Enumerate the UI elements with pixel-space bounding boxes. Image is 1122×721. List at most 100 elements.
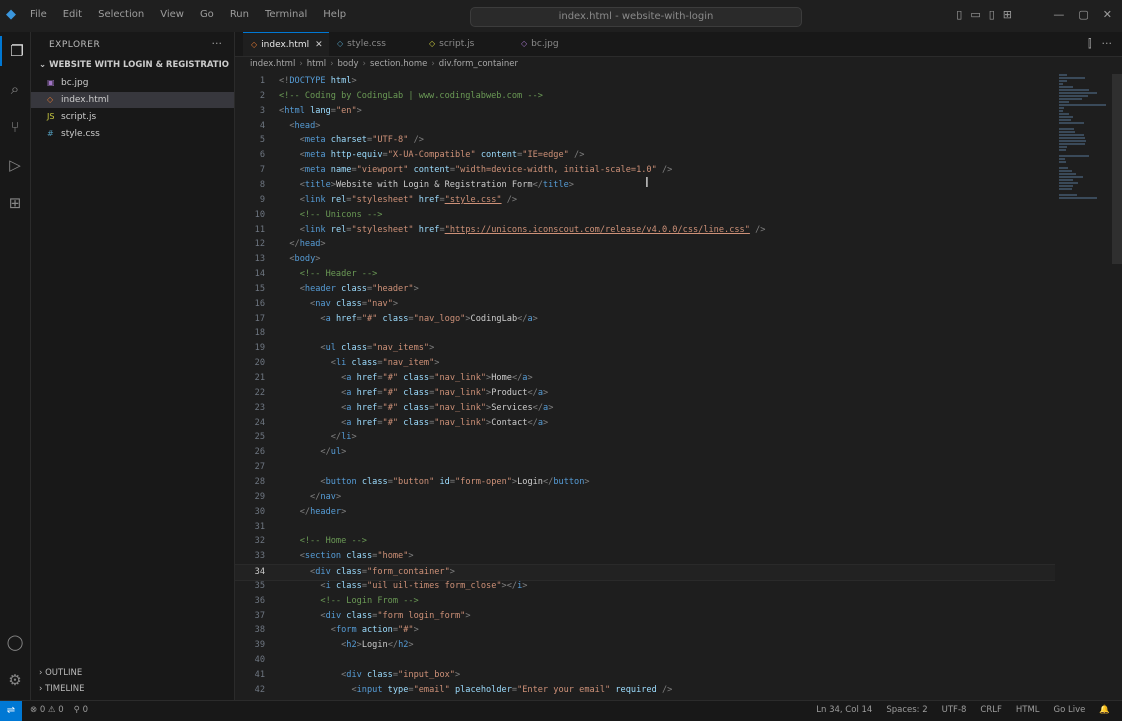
code-line[interactable]: 37 <div class="form login_form">	[235, 609, 1055, 624]
file-item[interactable]: JS script.js	[31, 109, 234, 125]
code-line[interactable]: 32 <!-- Home -->	[235, 534, 1055, 549]
code-line[interactable]: 30 </header>	[235, 505, 1055, 520]
breadcrumb-item[interactable]: section.home	[370, 59, 427, 69]
command-center-search[interactable]: index.html - website-with-login	[470, 7, 802, 27]
remote-indicator-icon[interactable]: ⇌	[0, 701, 22, 721]
status-item[interactable]: Ln 34, Col 14	[816, 705, 872, 715]
breadcrumb-item[interactable]: body	[338, 59, 359, 69]
breadcrumb-item[interactable]: index.html	[250, 59, 295, 69]
menu-item-file[interactable]: File	[28, 9, 49, 20]
code-token: header	[310, 506, 342, 517]
tab-index-html[interactable]: ◇ index.html ✕	[243, 32, 329, 56]
extensions-icon[interactable]: ⊞	[0, 188, 30, 218]
code-line[interactable]: 11 <link rel="stylesheet" href="https://…	[235, 223, 1055, 238]
outline-section[interactable]: › OUTLINE	[39, 668, 82, 678]
layout-panel-icon[interactable]: ▭	[970, 8, 980, 21]
timeline-section[interactable]: › TIMELINE	[39, 684, 84, 694]
code-line[interactable]: 42 <input type="email" placeholder="Ente…	[235, 683, 1055, 698]
code-line[interactable]: 15 <header class="header">	[235, 282, 1055, 297]
menu-item-edit[interactable]: Edit	[61, 9, 84, 20]
code-line[interactable]: 24 <a href="#" class="nav_link">Contact<…	[235, 416, 1055, 431]
code-line[interactable]: 16 <nav class="nav">	[235, 297, 1055, 312]
status-item[interactable]: ⚲ 0	[74, 705, 88, 715]
status-item[interactable]: UTF-8	[942, 705, 967, 715]
menu-item-go[interactable]: Go	[198, 9, 216, 20]
code-line[interactable]: 9 <link rel="stylesheet" href="style.css…	[235, 193, 1055, 208]
code-line[interactable]: 6 <meta http-equiv="X-UA-Compatible" con…	[235, 148, 1055, 163]
breadcrumb-item[interactable]: div.form_container	[439, 59, 518, 69]
tab-style-css[interactable]: ◇ style.css	[329, 32, 421, 56]
tab-bc-jpg[interactable]: ◇ bc.jpg	[513, 32, 583, 56]
code-text: </ul>	[279, 445, 346, 460]
manage-gear-icon[interactable]: ⚙	[0, 665, 30, 695]
file-item[interactable]: # style.css	[31, 126, 234, 142]
code-line[interactable]: 22 <a href="#" class="nav_link">Product<…	[235, 386, 1055, 401]
code-line[interactable]: 26 </ul>	[235, 445, 1055, 460]
code-line[interactable]: 35 <i class="uil uil-times form_close"><…	[235, 579, 1055, 594]
tab-close-icon[interactable]: ✕	[315, 40, 323, 50]
code-line[interactable]: 28 <button class="button" id="form-open"…	[235, 475, 1055, 490]
file-item[interactable]: ◇ index.html	[31, 92, 234, 108]
code-line[interactable]: 13 <body>	[235, 252, 1055, 267]
code-line[interactable]: 3 <html lang="en">	[235, 104, 1055, 119]
tab-script-js[interactable]: ◇ script.js	[421, 32, 513, 56]
menu-item-view[interactable]: View	[158, 9, 186, 20]
code-line[interactable]: 39 <h2>Login</h2>	[235, 638, 1055, 653]
code-line[interactable]: 1 <!DOCTYPE html>	[235, 74, 1055, 89]
split-editor-icon[interactable]: ⫿	[1088, 37, 1092, 51]
status-item[interactable]: CRLF	[980, 705, 1001, 715]
more-actions-icon[interactable]: ···	[1102, 37, 1113, 51]
search-icon[interactable]: ⌕	[0, 74, 30, 104]
status-item[interactable]: Spaces: 2	[886, 705, 927, 715]
minimap[interactable]	[1055, 74, 1110, 214]
code-line[interactable]: 14 <!-- Header -->	[235, 267, 1055, 282]
account-icon[interactable]: ◯	[0, 627, 30, 657]
maximize-icon[interactable]: ▢	[1078, 8, 1088, 21]
vertical-scrollbar[interactable]	[1112, 74, 1122, 264]
code-line[interactable]: 5 <meta charset="UTF-8" />	[235, 133, 1055, 148]
status-item[interactable]: Go Live	[1054, 705, 1086, 715]
file-item[interactable]: ▣ bc.jpg	[31, 75, 234, 91]
code-line[interactable]: 17 <a href="#" class="nav_logo">CodingLa…	[235, 312, 1055, 327]
code-line[interactable]: 38 <form action="#">	[235, 623, 1055, 638]
code-line[interactable]: 25 </li>	[235, 430, 1055, 445]
run-debug-icon[interactable]: ▷	[0, 150, 30, 180]
code-line[interactable]: 20 <li class="nav_item">	[235, 356, 1055, 371]
status-item[interactable]: ⊗ 0 ⚠ 0	[30, 705, 64, 715]
code-line[interactable]: 40	[235, 653, 1055, 668]
customize-layout-icon[interactable]: ⊞	[1003, 8, 1012, 21]
code-line[interactable]: 29 </nav>	[235, 490, 1055, 505]
code-line[interactable]: 2 <!-- Coding by CodingLab | www.codingla…	[235, 89, 1055, 104]
code-token: >	[413, 625, 419, 636]
code-line[interactable]: 18	[235, 326, 1055, 341]
more-actions-icon[interactable]: ···	[212, 37, 223, 50]
code-line[interactable]: 21 <a href="#" class="nav_link">Home</a>	[235, 371, 1055, 386]
code-line[interactable]: 41 <div class="input_box">	[235, 668, 1055, 683]
workspace-folder[interactable]: ⌄ WEBSITE WITH LOGIN & REGISTRATION F...	[39, 60, 229, 70]
close-icon[interactable]: ✕	[1103, 8, 1112, 21]
status-item[interactable]: HTML	[1016, 705, 1040, 715]
menu-item-help[interactable]: Help	[321, 9, 348, 20]
code-line[interactable]: 23 <a href="#" class="nav_link">Services…	[235, 401, 1055, 416]
layout-sidebar-icon[interactable]: ▯	[956, 8, 962, 21]
code-line[interactable]: 12 </head>	[235, 237, 1055, 252]
code-line[interactable]: 36 <!-- Login From -->	[235, 594, 1055, 609]
code-line[interactable]: 33 <section class="home">	[235, 549, 1055, 564]
code-line[interactable]: 27	[235, 460, 1055, 475]
menu-item-run[interactable]: Run	[228, 9, 251, 20]
breadcrumb-item[interactable]: html	[307, 59, 326, 69]
menu-item-terminal[interactable]: Terminal	[263, 9, 309, 20]
code-line[interactable]: 31	[235, 520, 1055, 535]
code-line[interactable]: 19 <ul class="nav_items">	[235, 341, 1055, 356]
status-item[interactable]: 🔔	[1099, 705, 1110, 715]
code-editor[interactable]: 1 <!DOCTYPE html> 2 <!-- Coding by CodingLa…	[235, 74, 1055, 700]
explorer-icon[interactable]: ❐	[0, 36, 32, 66]
source-control-icon[interactable]: ⑂	[0, 112, 30, 142]
layout-secondary-icon[interactable]: ▯	[989, 8, 995, 21]
code-line[interactable]: 10 <!-- Unicons -->	[235, 208, 1055, 223]
code-token: "input_box"	[398, 670, 455, 680]
minimize-icon[interactable]: —	[1053, 8, 1064, 21]
code-line[interactable]: 4 <head>	[235, 119, 1055, 134]
menu-item-selection[interactable]: Selection	[96, 9, 146, 20]
